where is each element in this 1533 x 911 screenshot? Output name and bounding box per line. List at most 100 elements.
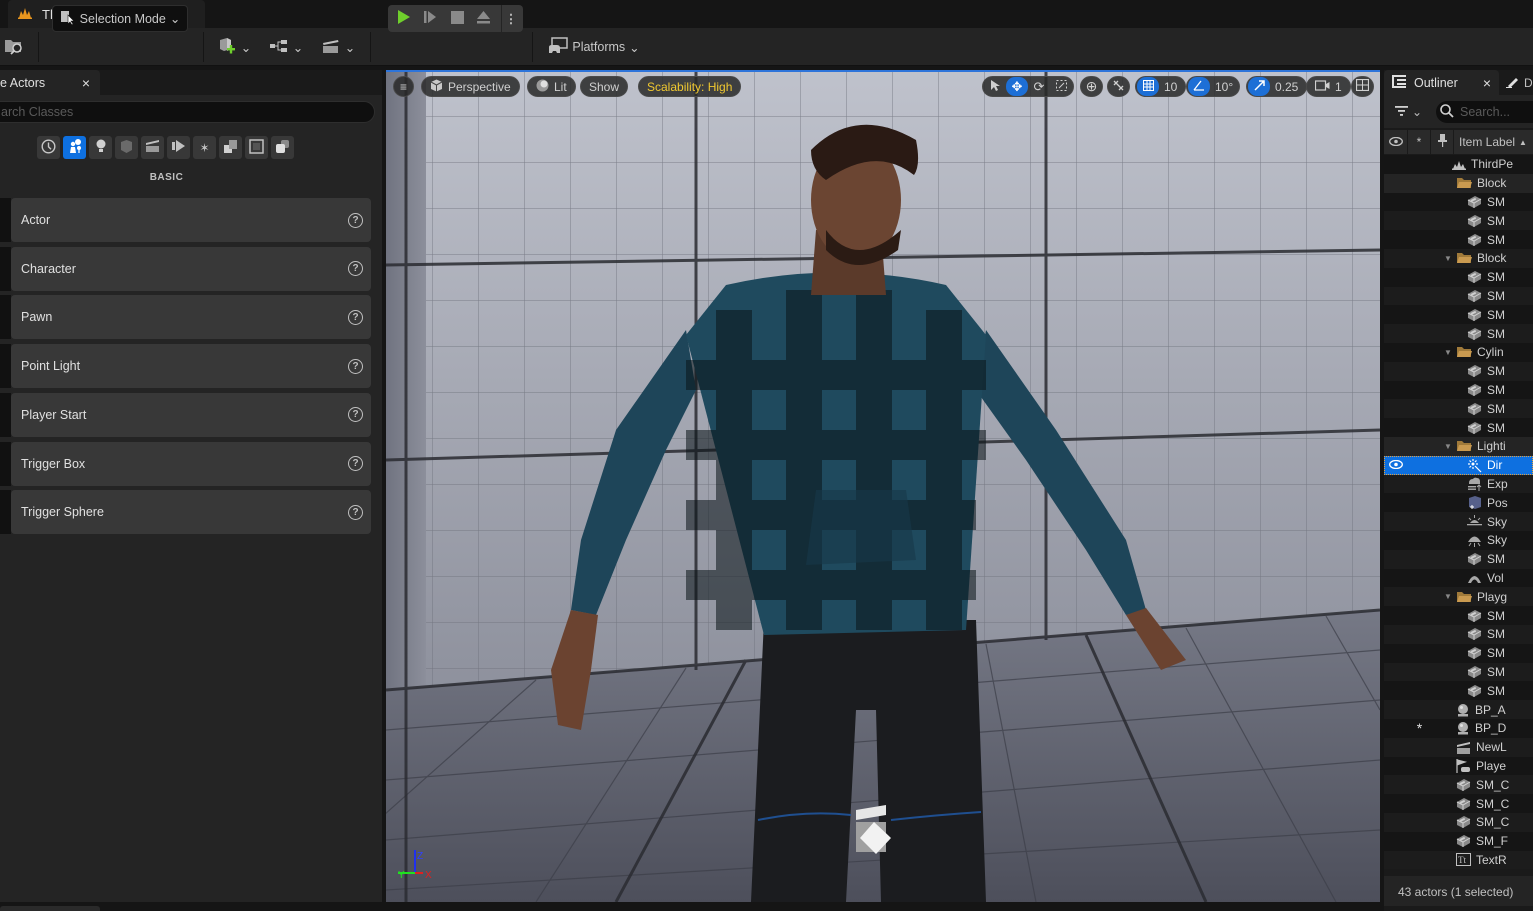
selection-mode-dropdown[interactable]: Selection Mode ⌄ (52, 5, 188, 32)
drag-handle[interactable] (0, 344, 11, 389)
outliner-folder-row[interactable]: ▼ Cylin (1384, 343, 1533, 362)
favorite-column[interactable]: * (1408, 130, 1431, 154)
camera-speed-control[interactable]: 1 (1306, 76, 1351, 97)
lighting-mode-button[interactable]: Lit (527, 76, 576, 97)
grid-snap-value[interactable]: 10 (1164, 80, 1177, 94)
outliner-row[interactable]: Tt TextR (1384, 850, 1533, 870)
outliner-row[interactable]: SM_C (1384, 775, 1533, 795)
rotation-snap-value[interactable]: 10° (1215, 80, 1233, 94)
help-icon[interactable]: ? (348, 309, 363, 325)
outliner-row[interactable]: SM (1384, 399, 1533, 419)
category-volumes[interactable]: ✶ (193, 136, 216, 159)
scale-tool[interactable] (1050, 77, 1072, 96)
outliner-row[interactable]: SM (1384, 643, 1533, 663)
drag-handle[interactable] (0, 441, 11, 486)
outliner-row[interactable]: SM (1384, 662, 1533, 682)
outliner-row[interactable]: SM (1384, 192, 1533, 212)
outliner-row[interactable]: SM (1384, 625, 1533, 644)
outliner-row[interactable]: NewL (1384, 737, 1533, 757)
outliner-row[interactable]: SM (1384, 549, 1533, 569)
actor-list-item[interactable]: Pawn? (11, 295, 371, 340)
close-icon[interactable]: × (82, 75, 90, 91)
category-basic[interactable] (63, 136, 86, 159)
cinematics-button[interactable]: ⌄ (320, 37, 356, 57)
actor-list-item[interactable]: Trigger Box? (11, 441, 371, 486)
outliner-row[interactable]: Pos (1384, 493, 1533, 513)
category-recent[interactable] (37, 136, 60, 159)
more-options-button[interactable]: ⋮ (503, 8, 519, 29)
outliner-row[interactable]: SM_C (1384, 794, 1533, 813)
rotation-snap-control[interactable]: 10° (1186, 76, 1241, 97)
translate-tool[interactable]: ✥ (1006, 77, 1028, 96)
grid-snap-toggle[interactable] (1137, 77, 1159, 96)
play-button[interactable] (394, 8, 414, 29)
world-local-toggle[interactable]: ⊕ (1080, 76, 1103, 97)
bottom-tab[interactable] (0, 906, 100, 911)
outliner-tab[interactable]: Outliner × (1384, 70, 1499, 95)
surface-snapping-toggle[interactable] (1107, 76, 1130, 97)
outliner-folder-row[interactable]: ▼ Block (1384, 249, 1533, 268)
viewport-layout-button[interactable] (1351, 76, 1374, 97)
actor-list-item[interactable]: Player Start? (11, 392, 371, 437)
outliner-row[interactable]: ThirdPe (1384, 155, 1533, 174)
item-label-column[interactable]: Item Label ▲ (1454, 130, 1533, 154)
scale-snap-control[interactable]: 0.25 (1246, 76, 1308, 97)
view-mode-button[interactable]: Perspective (421, 76, 520, 97)
outliner-row[interactable]: SM (1384, 380, 1533, 400)
category-shapes[interactable] (115, 136, 138, 159)
viewport-options-button[interactable]: ≡ (393, 76, 414, 97)
outliner-row[interactable]: SM (1384, 324, 1533, 343)
outliner-row[interactable]: SM_F (1384, 831, 1533, 851)
drag-handle[interactable] (0, 198, 11, 242)
details-tab[interactable]: D (1500, 70, 1533, 95)
outliner-row[interactable]: Sky (1384, 512, 1533, 531)
category-geometry[interactable] (245, 136, 268, 159)
outliner-row[interactable]: SM (1384, 230, 1533, 249)
expand-arrow-icon[interactable]: ▼ (1444, 592, 1452, 601)
drag-handle[interactable] (0, 295, 11, 340)
stop-button[interactable] (447, 8, 467, 29)
outliner-row[interactable]: SM (1384, 211, 1533, 231)
category-lights[interactable] (89, 136, 112, 159)
actor-list-item[interactable]: Character? (11, 246, 371, 291)
help-icon[interactable]: ? (348, 261, 363, 277)
search-classes-input[interactable]: arch Classes (0, 101, 375, 123)
outliner-row[interactable]: Playe (1384, 756, 1533, 776)
drag-handle[interactable] (0, 246, 11, 291)
outliner-folder-row[interactable]: ▼ Playg (1384, 587, 1533, 607)
category-visual-effects[interactable] (167, 136, 190, 159)
outliner-row[interactable]: Exp (1384, 474, 1533, 494)
rotate-tool[interactable]: ⟳ (1028, 77, 1050, 96)
outliner-row[interactable]: SM (1384, 305, 1533, 325)
outliner-row[interactable]: SM (1384, 286, 1533, 306)
place-actors-tab[interactable]: e Actors × (0, 70, 100, 95)
outliner-row[interactable]: Sky (1384, 531, 1533, 550)
expand-arrow-icon[interactable]: ▼ (1444, 348, 1452, 357)
outliner-search-input[interactable]: Search... (1436, 101, 1533, 123)
scalability-button[interactable]: Scalability: High (638, 76, 742, 97)
show-button[interactable]: Show (580, 76, 629, 97)
category-stacked[interactable] (271, 136, 294, 159)
outliner-row[interactable]: SM (1384, 361, 1533, 381)
actor-list-item[interactable]: Trigger Sphere? (11, 490, 371, 535)
visibility-column[interactable] (1384, 130, 1408, 154)
add-actor-button[interactable]: ⌄ (216, 37, 252, 57)
level-viewport[interactable]: Z Y X (386, 70, 1380, 902)
favorite-toggle[interactable]: * (1408, 720, 1431, 736)
outliner-row[interactable]: SM (1384, 267, 1533, 287)
outliner-row[interactable]: SM_C (1384, 813, 1533, 832)
select-tool[interactable] (984, 77, 1006, 96)
help-icon[interactable]: ? (348, 407, 363, 423)
player-start-gizmo[interactable] (856, 805, 891, 854)
help-icon[interactable]: ? (348, 212, 363, 228)
actor-list-item[interactable]: Actor? (11, 198, 371, 242)
blueprint-button[interactable]: ⌄ (268, 37, 304, 57)
grid-snap-control[interactable]: 10 (1135, 76, 1187, 97)
drag-handle[interactable] (0, 392, 11, 437)
outliner-row[interactable]: Vol (1384, 568, 1533, 588)
help-icon[interactable]: ? (348, 358, 363, 374)
eject-button[interactable] (473, 8, 493, 29)
rotation-snap-toggle[interactable] (1188, 77, 1210, 96)
outliner-row[interactable]: SM (1384, 606, 1533, 625)
filter-dropdown[interactable]: ⌄ (1395, 104, 1427, 120)
